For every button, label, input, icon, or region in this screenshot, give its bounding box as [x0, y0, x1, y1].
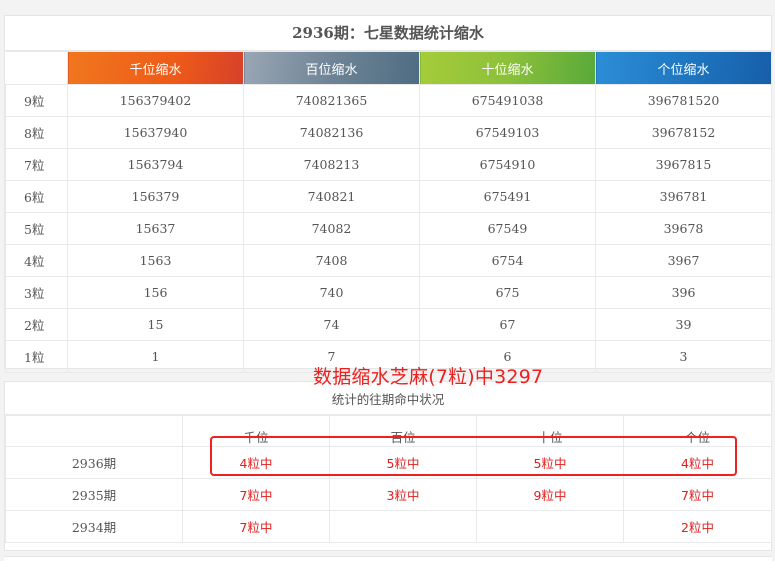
table-cell: 7408213: [243, 148, 420, 181]
hit-cell: 7粒中: [182, 478, 330, 511]
table-cell: 675: [419, 276, 596, 309]
table-cell: 1563794: [67, 148, 244, 181]
row-label: 2粒: [5, 308, 68, 341]
header-units: 个位缩水: [595, 51, 772, 85]
table-cell: 740821: [243, 180, 420, 213]
table-row: 6粒 156379 740821 675491 396781: [5, 180, 772, 213]
table-row: 9粒 156379402 740821365 675491038 3967815…: [5, 84, 772, 117]
table-cell: 396781: [595, 180, 772, 213]
table-cell: 6754: [419, 244, 596, 277]
header-tens: 十位缩水: [419, 51, 596, 85]
table-cell: 156379: [67, 180, 244, 213]
history-row: 2934期 7粒中 2粒中: [5, 510, 772, 543]
shrink-stats-table: 千位缩水 百位缩水 十位缩水 个位缩水 9粒 156379402 7408213…: [5, 51, 772, 373]
row-label: 3粒: [5, 276, 68, 309]
period-label: 2935期: [5, 478, 183, 511]
row-label: 5粒: [5, 212, 68, 245]
table-cell: 74082136: [243, 116, 420, 149]
panel-title: 2936期：七星数据统计缩水: [5, 16, 771, 51]
table-cell: 74082: [243, 212, 420, 245]
table-cell: 67549103: [419, 116, 596, 149]
table-row: 3粒 156 740 675 396: [5, 276, 772, 309]
row-label: 7粒: [5, 148, 68, 181]
table-cell: 39: [595, 308, 772, 341]
hit-cell: [476, 510, 624, 543]
header-thousands: 千位缩水: [67, 51, 244, 85]
table-cell: 3967: [595, 244, 772, 277]
table-cell: 67549: [419, 212, 596, 245]
table-cell: 6754910: [419, 148, 596, 181]
history-table: 千位 百位 十位 个位 2936期 4粒中 5粒中 5粒中 4粒中 2935期 …: [5, 415, 772, 543]
table-cell: 3: [595, 340, 772, 373]
period-label: 2934期: [5, 510, 183, 543]
table-cell: 15637940: [67, 116, 244, 149]
table-cell: 675491: [419, 180, 596, 213]
table-cell: 396781520: [595, 84, 772, 117]
table-cell: 675491038: [419, 84, 596, 117]
table-row: 4粒 1563 7408 6754 3967: [5, 244, 772, 277]
table-cell: 740821365: [243, 84, 420, 117]
table-cell: 156: [67, 276, 244, 309]
hit-cell: 7粒中: [623, 478, 772, 511]
table-cell: 1563: [67, 244, 244, 277]
hit-cell: [329, 510, 477, 543]
table-cell: 396: [595, 276, 772, 309]
shrink-stats-panel: 2936期：七星数据统计缩水 千位缩水 百位缩水 十位缩水 个位缩水 9粒 15…: [4, 15, 772, 373]
hit-cell: 7粒中: [182, 510, 330, 543]
table-row: 5粒 15637 74082 67549 39678: [5, 212, 772, 245]
table-cell: 740: [243, 276, 420, 309]
hit-cell: 2粒中: [623, 510, 772, 543]
table-cell: 39678152: [595, 116, 772, 149]
table-cell: 7408: [243, 244, 420, 277]
annotation-text: 数据缩水芝麻(7粒)中3297: [313, 366, 544, 388]
table-cell: 15: [67, 308, 244, 341]
next-panel-edge: [4, 556, 772, 561]
row-label: 9粒: [5, 84, 68, 117]
table-row: 7粒 1563794 7408213 6754910 3967815: [5, 148, 772, 181]
table-cell: 15637: [67, 212, 244, 245]
hit-cell: 3粒中: [329, 478, 477, 511]
highlight-box: [210, 436, 737, 476]
header-blank: [5, 51, 68, 85]
table-row: 2粒 15 74 67 39: [5, 308, 772, 341]
table-cell: 3967815: [595, 148, 772, 181]
table-row: 8粒 15637940 74082136 67549103 39678152: [5, 116, 772, 149]
row-label: 1粒: [5, 340, 68, 373]
history-row: 2935期 7粒中 3粒中 9粒中 7粒中: [5, 478, 772, 511]
table-cell: 39678: [595, 212, 772, 245]
history-header-blank: [5, 415, 183, 447]
row-label: 6粒: [5, 180, 68, 213]
table-cell: 74: [243, 308, 420, 341]
row-label: 8粒: [5, 116, 68, 149]
period-label: 2936期: [5, 446, 183, 479]
table-header-row: 千位缩水 百位缩水 十位缩水 个位缩水: [5, 51, 772, 85]
header-hundreds: 百位缩水: [243, 51, 420, 85]
table-cell: 156379402: [67, 84, 244, 117]
table-cell: 67: [419, 308, 596, 341]
row-label: 4粒: [5, 244, 68, 277]
hit-cell: 9粒中: [476, 478, 624, 511]
table-cell: 1: [67, 340, 244, 373]
